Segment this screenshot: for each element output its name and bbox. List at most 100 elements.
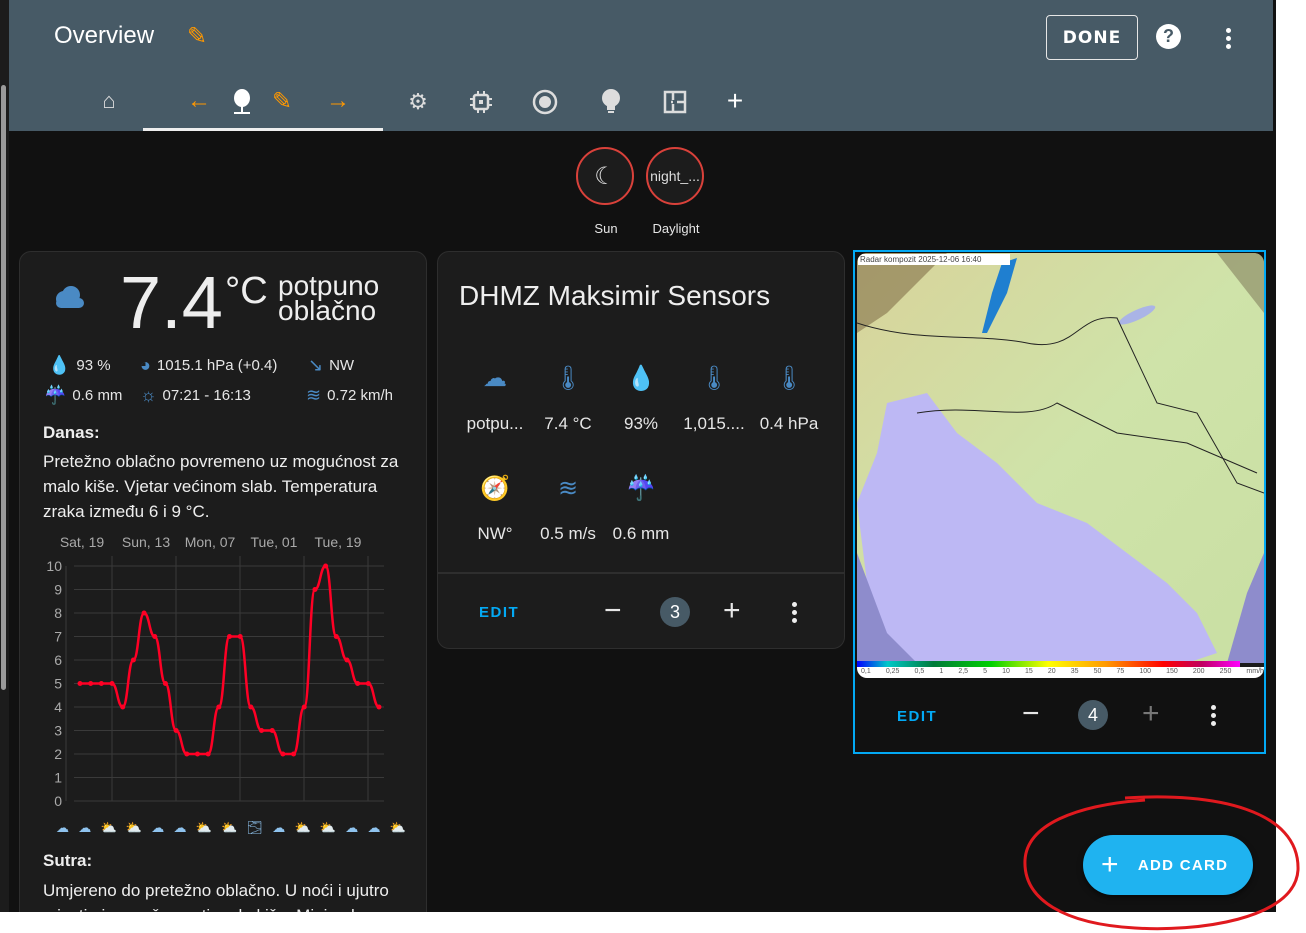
more-options-icon[interactable] [1225, 28, 1231, 49]
data-point [141, 610, 147, 616]
partly-cloudy-icon: ⛅ [389, 820, 406, 835]
data-point [173, 728, 179, 733]
data-point [184, 751, 190, 757]
edit-card-button[interactable]: EDIT [479, 604, 519, 621]
sensor-value: potpu... [466, 414, 524, 433]
sensor-entity[interactable]: ☁ potpu... [460, 364, 530, 434]
x-tick-label: Sun, 13 [122, 534, 170, 550]
radar-caption: Radar kompozit 2025-12-06 16:40 [860, 255, 982, 264]
radar-image: Radar kompozit 2025-12-06 16:40 0,1 0,25 0… [857, 253, 1264, 678]
radar-legend-label: 0,1 [861, 668, 871, 675]
radar-legend-label: 5 [983, 668, 988, 675]
sensor-entity[interactable]: 🌡 0.4 hPa [754, 364, 824, 434]
gauge-icon: ◕ [140, 355, 151, 375]
thermometer-lines-icon: 🌡 [698, 365, 730, 392]
page-title: Overview [54, 22, 155, 49]
done-button[interactable]: DONE [1046, 15, 1138, 60]
radar-legend-label: 50 [1093, 668, 1102, 675]
daylight-badge-value: night_... [650, 168, 700, 184]
sensor-entity[interactable]: 🌡 7.4 °C [533, 364, 603, 434]
decrease-position-button[interactable]: − [604, 596, 622, 626]
sensors-card-edit-footer: EDIT − 3 + [437, 573, 845, 649]
sensor-entity[interactable]: 🌡 1,015.... [679, 364, 749, 434]
data-point [280, 751, 286, 757]
help-icon[interactable]: ? [1156, 24, 1181, 49]
data-point [344, 657, 350, 663]
weather-pouring-icon: ☔ [626, 475, 656, 502]
data-point [323, 563, 329, 569]
weather-forecast-card[interactable]: 7.4 °C potpuno oblačno 💧 93 % ◕ 1015.1 hPa … [19, 251, 427, 912]
move-tab-left-arrow-icon[interactable]: ← [186, 87, 212, 114]
sensor-entity[interactable]: 💧 93% [606, 364, 676, 434]
sensors-card-title: DHMZ Maksimir Sensors [459, 280, 771, 311]
radar-legend-label: 10 [1002, 668, 1010, 675]
partly-cloudy-rain-icon: ⛅ [221, 820, 238, 835]
radar-legend-label: 250 [1219, 668, 1232, 675]
data-point [130, 657, 136, 663]
edit-tab-pencil-icon[interactable]: ✎ [269, 88, 295, 115]
night-cloudy-icon: ☁ [367, 820, 381, 835]
radar-legend-label: 0,25 [885, 668, 900, 675]
sensors-card[interactable]: DHMZ Maksimir Sensors ☁ potpu... 🌡 7.4 °C 💧 9… [437, 251, 845, 573]
cloudy-icon [53, 286, 85, 308]
y-tick-label: 3 [54, 723, 62, 739]
card-options-icon[interactable] [1210, 705, 1216, 726]
partly-cloudy-icon: ⛅ [125, 820, 143, 835]
tab-floor-plan-icon[interactable] [662, 89, 688, 115]
sensor-entity[interactable]: ≋ 0.5 m/s [533, 474, 603, 544]
add-tab-plus-icon[interactable]: + [722, 85, 748, 116]
night-cloudy-icon: ☁ [151, 820, 165, 835]
radar-legend-label: 15 [1024, 668, 1033, 675]
tab-robot-vacuum-icon[interactable] [532, 89, 558, 115]
radar-card[interactable]: Radar kompozit 2025-12-06 16:40 0,1 0,25 0… [853, 250, 1266, 754]
y-tick-label: 8 [54, 605, 62, 621]
humidity-value: 93 % [76, 357, 111, 374]
radar-legend-label: 200 [1192, 668, 1205, 675]
tab-home-account-icon[interactable]: ⌂ [96, 88, 122, 114]
night-cloudy-icon: ☁ [56, 820, 69, 835]
data-point [77, 681, 83, 686]
today-forecast-text: Pretežno oblačno povremeno uz mogućnost … [43, 452, 399, 521]
daylight-badge[interactable]: night_... [646, 147, 704, 205]
card-options-icon[interactable] [791, 602, 797, 623]
radar-legend-label: 1 [939, 668, 944, 675]
sensor-value: 93% [623, 414, 659, 433]
data-point [312, 587, 318, 592]
today-label: Danas: [43, 423, 100, 442]
scrollbar-thumb[interactable] [1, 85, 6, 690]
night-cloudy-icon: ☁ [345, 820, 359, 835]
edit-title-pencil-icon[interactable]: ✎ [187, 22, 207, 51]
app-window: Overview ✎ DONE ? ⌂ ← ✎ → ⚙ + ☾ Sun nigh… [0, 0, 1276, 912]
cloudy-icon: ☁ [78, 820, 92, 835]
x-tick-label: Tue, 19 [315, 534, 362, 550]
increase-position-button[interactable]: + [723, 596, 741, 626]
wind-direction-arrow-icon: ↘ [308, 355, 324, 375]
condition-line-2: oblačno [278, 295, 377, 326]
night-cloudy-icon: ☁ [272, 820, 286, 835]
current-temperature: 7.4 [120, 261, 223, 344]
active-tab-indicator [143, 128, 383, 131]
tab-lightbulb-icon[interactable] [598, 88, 624, 116]
tab-chip-icon[interactable] [468, 89, 494, 115]
tab-webcam-icon[interactable] [230, 88, 254, 116]
data-point [259, 728, 265, 733]
data-point [205, 751, 211, 757]
sun-badge[interactable]: ☾ [576, 147, 634, 205]
data-point [194, 751, 200, 757]
tab-cog-icon[interactable]: ⚙ [405, 88, 431, 116]
y-tick-label: 2 [54, 746, 62, 762]
sensor-value: 0.6 mm [612, 524, 670, 543]
decrease-position-button[interactable]: − [1022, 699, 1040, 729]
y-tick-label: 0 [54, 793, 62, 809]
radar-legend-label: mm/h [1246, 668, 1264, 675]
sensor-entity[interactable]: 🧭 NW° [460, 474, 530, 544]
sensor-value: NW° [477, 524, 513, 543]
radar-legend-label: 2,5 [958, 668, 969, 675]
move-tab-right-arrow-icon[interactable]: → [325, 87, 351, 114]
edit-card-button[interactable]: EDIT [897, 708, 937, 725]
sensor-entity[interactable]: ☔ 0.6 mm [606, 474, 676, 544]
water-percent-icon: 💧 [626, 365, 656, 392]
partly-cloudy-icon: ⛅ [294, 820, 311, 835]
y-tick-label: 6 [54, 652, 62, 668]
y-tick-label: 10 [46, 558, 62, 574]
